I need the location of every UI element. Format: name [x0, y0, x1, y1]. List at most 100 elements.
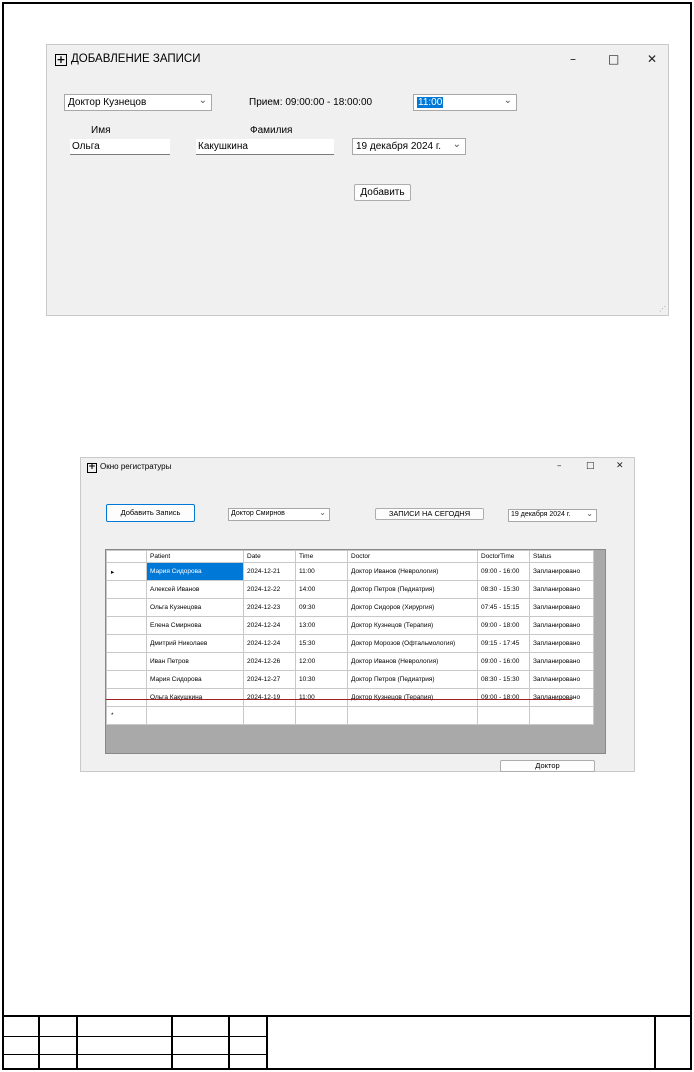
table-cell[interactable]: Запланировано: [529, 562, 594, 581]
table-cell[interactable]: Ольга Какушкина: [146, 688, 244, 707]
table-cell[interactable]: 09:00 - 16:00: [477, 652, 530, 671]
row-header[interactable]: [106, 634, 147, 653]
table-row[interactable]: Мария Сидорова 2024-12-27 10:30 Доктор П…: [106, 670, 594, 689]
row-header-corner: [106, 550, 147, 563]
table-cell[interactable]: [529, 706, 594, 725]
time-select[interactable]: 11:00 ⌄: [413, 94, 517, 111]
column-header[interactable]: Patient: [146, 550, 244, 563]
table-cell[interactable]: Алексей Иванов: [146, 580, 244, 599]
table-row[interactable]: ▸ Мария Сидорова 2024-12-21 11:00 Доктор…: [106, 562, 594, 581]
table-cell[interactable]: Запланировано: [529, 580, 594, 599]
date-picker[interactable]: 19 декабря 2024 г. ⌄: [352, 138, 466, 155]
column-header[interactable]: Status: [529, 550, 594, 563]
table-cell[interactable]: [146, 706, 244, 725]
table-row[interactable]: Ольга Какушкина 2024-12-19 11:00 Доктор …: [106, 688, 594, 707]
table-cell[interactable]: Запланировано: [529, 688, 594, 707]
last-name-field[interactable]: Какушкина: [196, 139, 334, 155]
table-cell[interactable]: 09:15 - 17:45: [477, 634, 530, 653]
table-cell[interactable]: 09:00 - 16:00: [477, 562, 530, 581]
table-row[interactable]: Дмитрий Николаев 2024-12-24 15:30 Доктор…: [106, 634, 594, 653]
date-picker-value: 19 декабря 2024 г.: [511, 511, 571, 518]
table-cell[interactable]: 2024-12-26: [243, 652, 296, 671]
table-cell[interactable]: 2024-12-21: [243, 562, 296, 581]
table-cell[interactable]: Мария Сидорова: [146, 670, 244, 689]
title-bar[interactable]: + ДОБАВЛЕНИЕ ЗАПИСИ – □ ✕: [47, 45, 668, 75]
table-cell[interactable]: Доктор Кузнецов (Терапия): [347, 688, 478, 707]
maximize-button[interactable]: □: [608, 52, 619, 66]
table-cell[interactable]: Запланировано: [529, 616, 594, 635]
title-bar[interactable]: + Окно регистратуры – □ ✕: [81, 458, 634, 478]
row-header[interactable]: [106, 670, 147, 689]
row-header[interactable]: [106, 598, 147, 617]
table-cell[interactable]: 11:00: [295, 562, 348, 581]
table-cell[interactable]: 12:00: [295, 652, 348, 671]
table-cell[interactable]: Ольга Кузнецова: [146, 598, 244, 617]
date-picker[interactable]: 19 декабря 2024 г. ⌄: [508, 509, 597, 522]
table-cell[interactable]: 14:00: [295, 580, 348, 599]
table-cell[interactable]: [347, 706, 478, 725]
table-row[interactable]: Елена Смирнова 2024-12-24 13:00 Доктор К…: [106, 616, 594, 635]
table-cell[interactable]: 10:30: [295, 670, 348, 689]
table-cell[interactable]: Иван Петров: [146, 652, 244, 671]
table-cell[interactable]: 15:30: [295, 634, 348, 653]
table-cell[interactable]: 08:30 - 15:30: [477, 670, 530, 689]
row-header[interactable]: [106, 580, 147, 599]
table-cell[interactable]: Доктор Кузнецов (Терапия): [347, 616, 478, 635]
table-cell[interactable]: Доктор Иванов (Неврология): [347, 562, 478, 581]
table-cell[interactable]: Запланировано: [529, 598, 594, 617]
table-cell[interactable]: Дмитрий Николаев: [146, 634, 244, 653]
new-row[interactable]: *: [106, 706, 594, 725]
column-header[interactable]: Time: [295, 550, 348, 563]
table-cell[interactable]: 07:45 - 15:15: [477, 598, 530, 617]
row-header[interactable]: [106, 652, 147, 671]
table-cell[interactable]: 2024-12-22: [243, 580, 296, 599]
table-cell[interactable]: 08:30 - 15:30: [477, 580, 530, 599]
add-button[interactable]: Добавить: [354, 184, 411, 201]
table-cell[interactable]: Елена Смирнова: [146, 616, 244, 635]
table-row[interactable]: Ольга Кузнецова 2024-12-23 09:30 Доктор …: [106, 598, 594, 617]
column-header[interactable]: Doctor: [347, 550, 478, 563]
resize-grip-icon[interactable]: ⋰: [659, 305, 666, 313]
table-cell[interactable]: 2024-12-23: [243, 598, 296, 617]
doctor-select[interactable]: Доктор Смирнов ⌄: [228, 508, 330, 521]
maximize-button[interactable]: □: [586, 461, 595, 471]
table-cell[interactable]: 09:30: [295, 598, 348, 617]
minimize-button[interactable]: –: [557, 461, 562, 471]
table-cell[interactable]: Доктор Иванов (Неврология): [347, 652, 478, 671]
column-header[interactable]: Date: [243, 550, 296, 563]
close-button[interactable]: ✕: [616, 461, 624, 471]
table-cell[interactable]: [295, 706, 348, 725]
table-row[interactable]: Алексей Иванов 2024-12-22 14:00 Доктор П…: [106, 580, 594, 599]
row-header[interactable]: [106, 616, 147, 635]
row-header[interactable]: [106, 688, 147, 707]
table-cell[interactable]: 2024-12-24: [243, 634, 296, 653]
add-record-button[interactable]: Добавить Запись: [106, 504, 195, 522]
table-cell[interactable]: Запланировано: [529, 670, 594, 689]
table-cell[interactable]: 09:00 - 18:00: [477, 616, 530, 635]
table-row[interactable]: Иван Петров 2024-12-26 12:00 Доктор Иван…: [106, 652, 594, 671]
minimize-button[interactable]: –: [570, 52, 576, 66]
doctor-select[interactable]: Доктор Кузнецов ⌄: [64, 94, 212, 111]
table-cell[interactable]: 09:00 - 18:00: [477, 688, 530, 707]
table-cell[interactable]: Доктор Петров (Педиатрия): [347, 670, 478, 689]
table-cell[interactable]: [243, 706, 296, 725]
first-name-field[interactable]: Ольга: [70, 139, 170, 155]
records-grid[interactable]: Patient Date Time Doctor DoctorTime Stat…: [105, 549, 606, 754]
table-cell[interactable]: [477, 706, 530, 725]
table-cell[interactable]: Доктор Петров (Педиатрия): [347, 580, 478, 599]
table-cell[interactable]: Доктор Сидоров (Хирургия): [347, 598, 478, 617]
today-records-button[interactable]: ЗАПИСИ НА СЕГОДНЯ: [375, 508, 484, 520]
table-cell[interactable]: 13:00: [295, 616, 348, 635]
date-picker-value: 19 декабря 2024 г.: [356, 141, 442, 152]
table-cell[interactable]: 11:00: [295, 688, 348, 707]
table-cell[interactable]: Доктор Морозов (Офтальмология): [347, 634, 478, 653]
table-cell[interactable]: 2024-12-19: [243, 688, 296, 707]
table-cell[interactable]: 2024-12-24: [243, 616, 296, 635]
table-cell[interactable]: Запланировано: [529, 652, 594, 671]
close-button[interactable]: ✕: [647, 52, 657, 66]
table-cell[interactable]: 2024-12-27: [243, 670, 296, 689]
table-cell[interactable]: Мария Сидорова: [146, 562, 244, 581]
table-cell[interactable]: Запланировано: [529, 634, 594, 653]
column-header[interactable]: DoctorTime: [477, 550, 530, 563]
doctor-button[interactable]: Доктор: [500, 760, 595, 772]
